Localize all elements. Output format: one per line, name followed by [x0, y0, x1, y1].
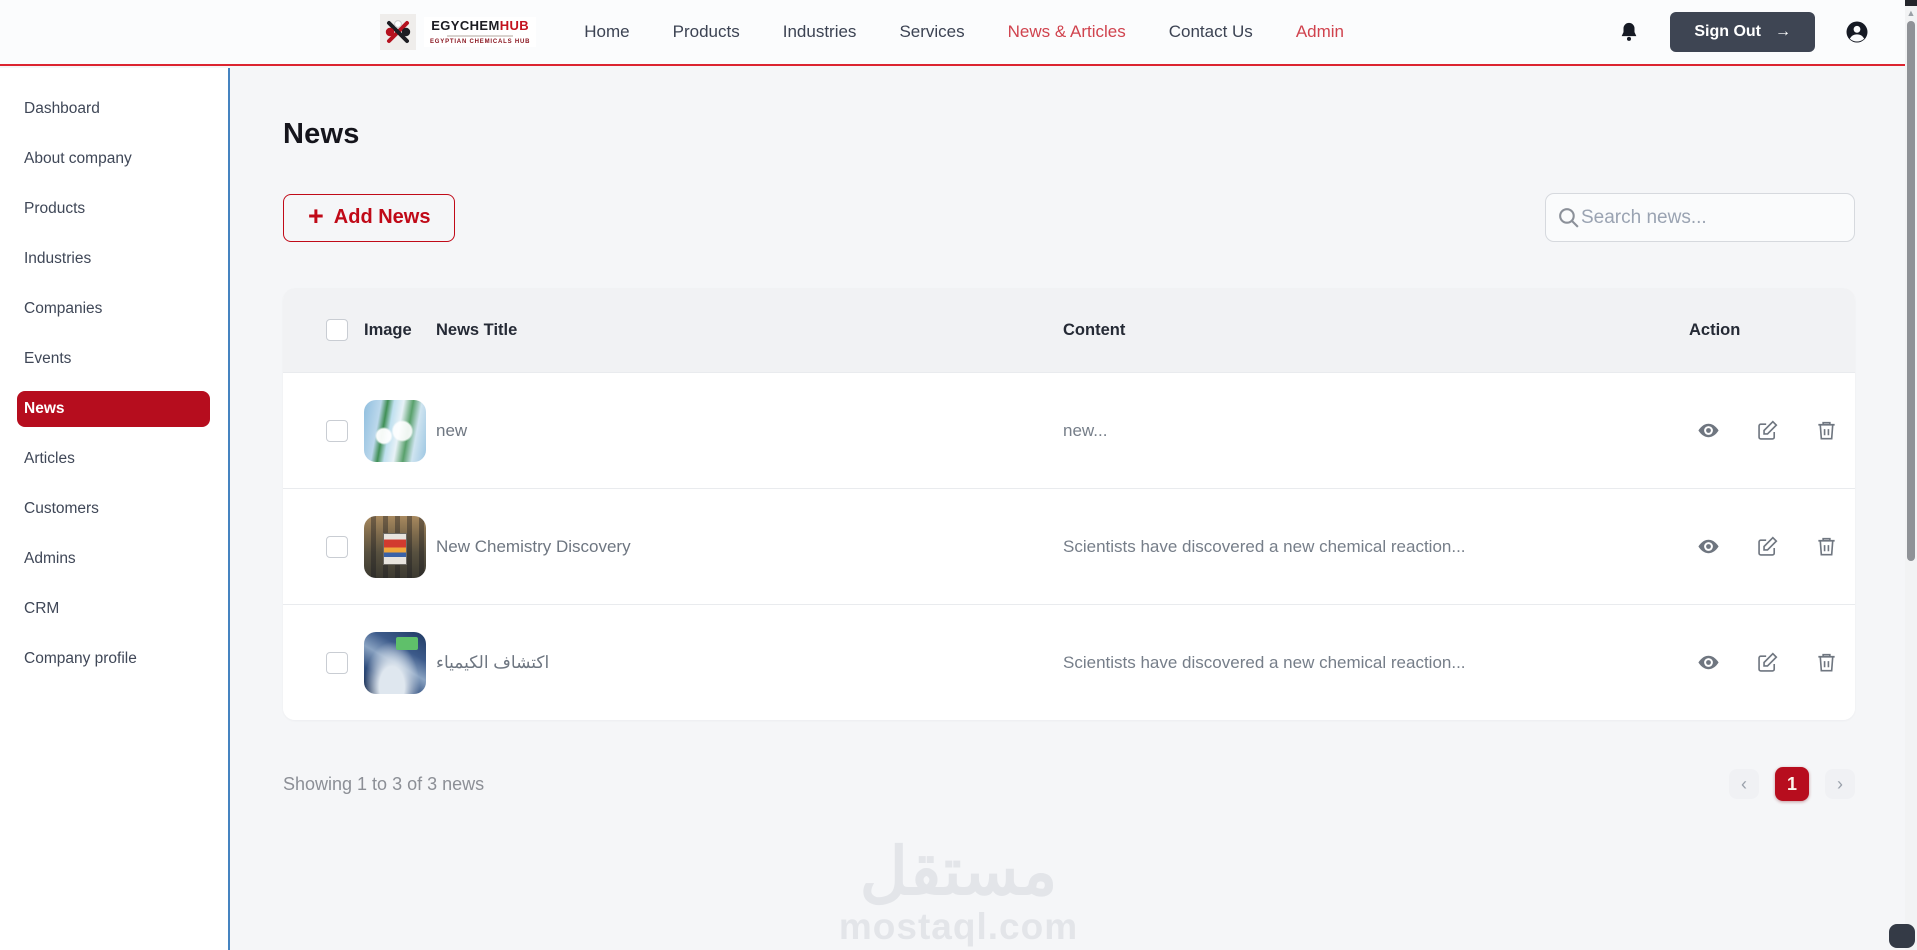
- row-checkbox[interactable]: [326, 651, 348, 674]
- logo-text: EGYCHEMHUB EGYPTIAN CHEMICALS HUB: [424, 16, 537, 48]
- edit-icon[interactable]: [1756, 535, 1779, 558]
- news-title: new: [436, 420, 468, 440]
- sidebar-item-dashboard[interactable]: Dashboard: [0, 84, 228, 134]
- nav-item-industries[interactable]: Industries: [783, 22, 857, 42]
- vertical-scrollbar[interactable]: ▲: [1905, 0, 1917, 950]
- news-title: New Chemistry Discovery: [436, 536, 631, 556]
- table-row: اكتشاف الكيمياء Scientists have discover…: [283, 604, 1855, 720]
- nav-item-products[interactable]: Products: [673, 22, 740, 42]
- sidebar-item-crm[interactable]: CRM: [0, 584, 228, 634]
- nav-item-contact-us[interactable]: Contact Us: [1169, 22, 1253, 42]
- sidebar-item-products[interactable]: Products: [0, 184, 228, 234]
- sidebar-item-customers[interactable]: Customers: [0, 484, 228, 534]
- news-table: Image News Title Content Action new new.…: [283, 288, 1855, 720]
- news-title: اكتشاف الكيمياء: [436, 652, 550, 672]
- search-box: [1545, 193, 1855, 242]
- showing-summary: Showing 1 to 3 of 3 news: [283, 773, 485, 794]
- table-footer: Showing 1 to 3 of 3 news ‹ 1 ›: [283, 767, 1855, 801]
- brand-name: EGYCHEMHUB: [431, 17, 530, 33]
- page-title: News: [283, 118, 360, 150]
- news-content: new...: [1063, 420, 1108, 440]
- column-header-image: Image: [364, 320, 412, 339]
- arrow-right-icon: →: [1775, 23, 1791, 40]
- sign-out-label: Sign Out: [1694, 23, 1761, 40]
- previous-page-button[interactable]: ‹: [1729, 769, 1759, 799]
- nav-item-home[interactable]: Home: [584, 22, 629, 42]
- eye-icon[interactable]: [1697, 651, 1720, 674]
- nav-item-news-articles[interactable]: News & Articles: [1008, 22, 1126, 42]
- sidebar-active-slot: News: [0, 384, 228, 434]
- main-content: News + Add News Image News Title Content…: [232, 68, 1917, 950]
- table-row: new new...: [283, 372, 1855, 488]
- column-header-content: Content: [1063, 320, 1126, 339]
- news-content: Scientists have discovered a new chemica…: [1063, 536, 1466, 556]
- trash-icon[interactable]: [1815, 535, 1838, 558]
- egychemhub-logo-mark-icon: [380, 14, 416, 50]
- column-header-title: News Title: [436, 320, 518, 339]
- news-thumbnail: [364, 515, 426, 578]
- account-circle-icon[interactable]: [1845, 20, 1869, 44]
- table-row: New Chemistry Discovery Scientists have …: [283, 488, 1855, 604]
- sidebar-item-about-company[interactable]: About company: [0, 134, 228, 184]
- main-nav: Home Products Industries Services News &…: [584, 22, 1344, 42]
- logo[interactable]: EGYCHEMHUB EGYPTIAN CHEMICALS HUB: [380, 14, 537, 50]
- sidebar-item-companies[interactable]: Companies: [0, 284, 228, 334]
- brand-divider: [447, 34, 514, 37]
- eye-icon[interactable]: [1697, 535, 1720, 558]
- edit-icon[interactable]: [1756, 419, 1779, 442]
- row-checkbox[interactable]: [326, 535, 348, 558]
- sidebar-item-admins[interactable]: Admins: [0, 534, 228, 584]
- plus-icon: +: [308, 201, 324, 231]
- toolbar: + Add News: [283, 193, 1855, 242]
- trash-icon[interactable]: [1815, 651, 1838, 674]
- nav-item-admin[interactable]: Admin: [1296, 22, 1344, 42]
- row-actions: [1681, 419, 1855, 442]
- bell-icon[interactable]: [1618, 20, 1640, 44]
- header-right-group: Sign Out →: [1618, 12, 1869, 52]
- table-header-row: Image News Title Content Action: [283, 288, 1855, 372]
- column-header-action: Action: [1689, 320, 1741, 339]
- scroll-up-arrow-icon[interactable]: ▲: [1905, 8, 1917, 18]
- row-checkbox[interactable]: [326, 419, 348, 442]
- news-thumbnail: [364, 631, 426, 694]
- scrollbar-top-corner: [1905, 0, 1917, 6]
- edit-icon[interactable]: [1756, 651, 1779, 674]
- row-actions: [1681, 535, 1855, 558]
- sidebar-item-news[interactable]: News: [17, 391, 210, 427]
- sidebar-item-events[interactable]: Events: [0, 334, 228, 384]
- trash-icon[interactable]: [1815, 419, 1838, 442]
- admin-sidebar: Dashboard About company Products Industr…: [0, 68, 230, 950]
- select-all-checkbox[interactable]: [326, 319, 348, 341]
- search-icon: [1556, 205, 1581, 230]
- brand-tagline: EGYPTIAN CHEMICALS HUB: [430, 38, 531, 45]
- row-actions: [1681, 651, 1855, 674]
- nav-item-services[interactable]: Services: [899, 22, 964, 42]
- pagination: ‹ 1 ›: [1729, 767, 1855, 801]
- sidebar-item-company-profile[interactable]: Company profile: [0, 634, 228, 684]
- corner-widget[interactable]: [1889, 924, 1915, 948]
- next-page-button[interactable]: ›: [1825, 769, 1855, 799]
- news-thumbnail: [364, 399, 426, 462]
- sign-out-button[interactable]: Sign Out →: [1670, 12, 1815, 52]
- sidebar-item-articles[interactable]: Articles: [0, 434, 228, 484]
- eye-icon[interactable]: [1697, 419, 1720, 442]
- add-news-button[interactable]: + Add News: [283, 193, 456, 242]
- news-content: Scientists have discovered a new chemica…: [1063, 652, 1466, 672]
- search-news-input[interactable]: [1581, 206, 1844, 229]
- sidebar-item-industries[interactable]: Industries: [0, 234, 228, 284]
- top-navbar: EGYCHEMHUB EGYPTIAN CHEMICALS HUB Home P…: [0, 0, 1905, 66]
- scrollbar-thumb[interactable]: [1907, 21, 1915, 561]
- page-1-button[interactable]: 1: [1775, 767, 1809, 801]
- add-news-label: Add News: [333, 206, 431, 228]
